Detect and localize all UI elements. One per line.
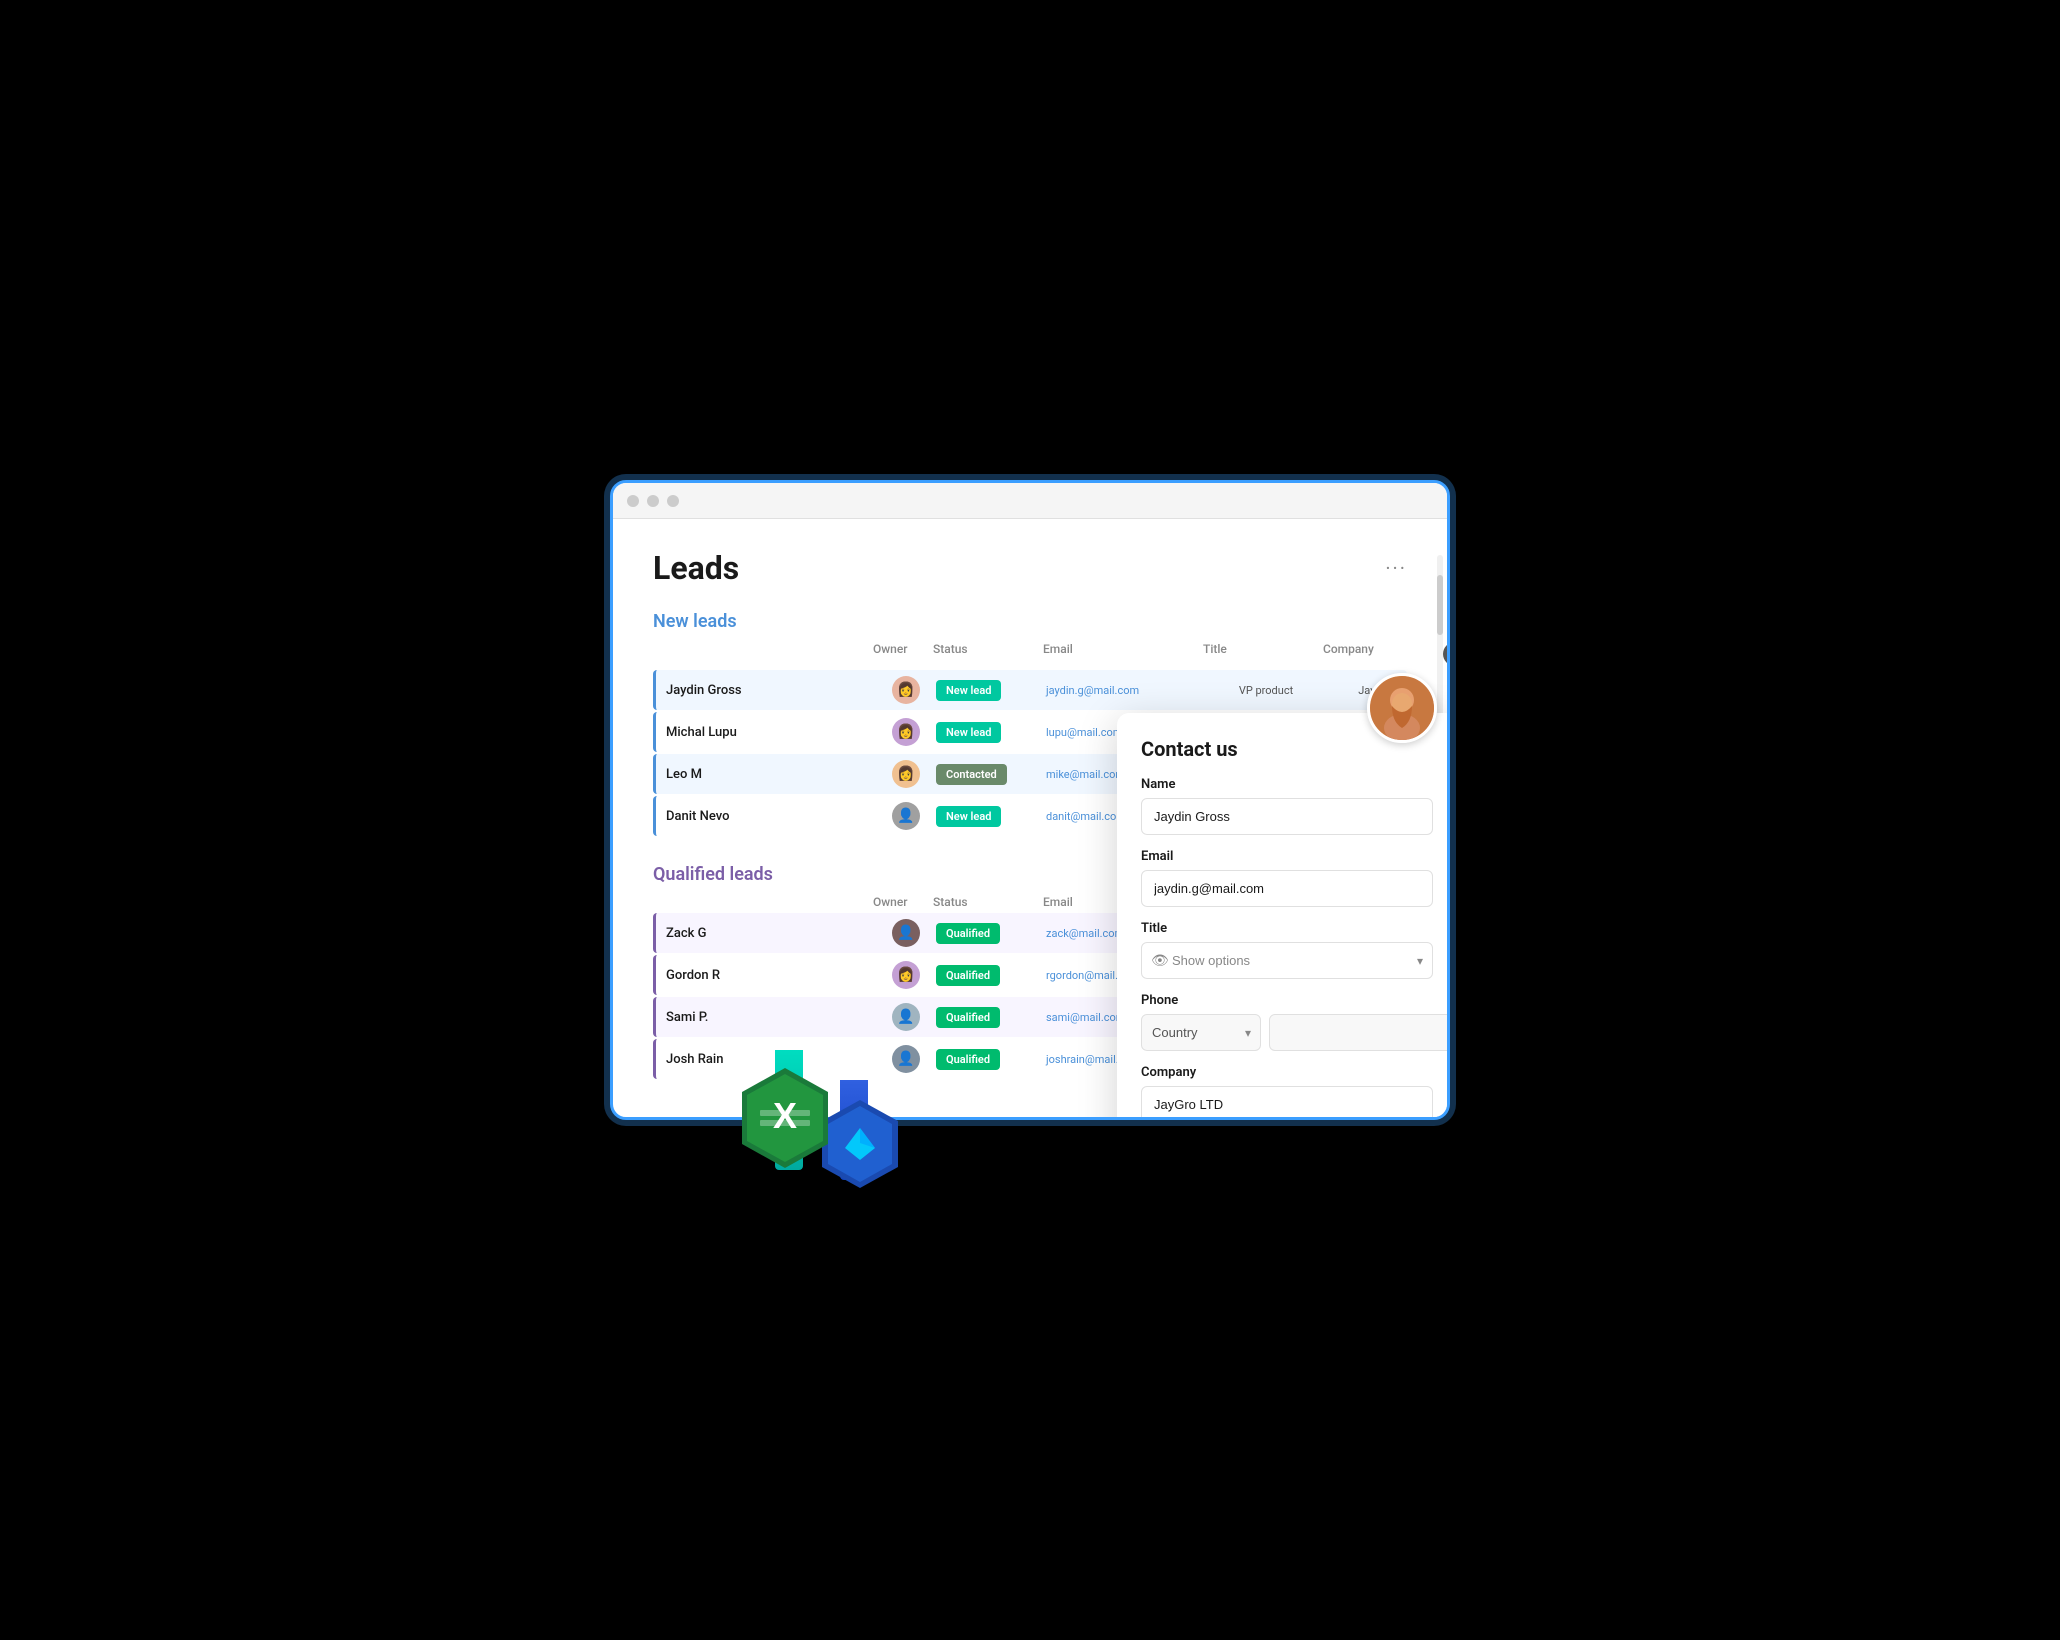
app-badge bbox=[820, 1098, 900, 1190]
title-select-wrapper: 👁 Show options ▾ bbox=[1141, 942, 1433, 979]
avatar-circle: 👤 bbox=[892, 1045, 920, 1073]
excel-badge: X bbox=[740, 1066, 830, 1170]
lead-avatar: 👩 bbox=[876, 718, 936, 746]
avatar-circle: 👤 bbox=[892, 1003, 920, 1031]
name-label: Name bbox=[1141, 777, 1433, 792]
page-header: Leads ··· bbox=[653, 549, 1407, 587]
qlead-name: Sami P. bbox=[656, 1010, 876, 1025]
lead-email: jaydin.g@mail.com bbox=[1046, 684, 1206, 697]
contact-avatar bbox=[1367, 673, 1437, 743]
new-leads-header: Owner Status Email Title Company + bbox=[653, 642, 1407, 670]
dot-3 bbox=[667, 495, 679, 507]
lead-avatar: 👩 bbox=[876, 760, 936, 788]
lead-name: Jaydin Gross bbox=[656, 683, 876, 698]
lead-avatar: 👤 bbox=[876, 802, 936, 830]
qlead-avatar: 👩 bbox=[876, 961, 936, 989]
avatar-circle: 👤 bbox=[892, 802, 920, 830]
country-select[interactable]: Country bbox=[1141, 1014, 1261, 1051]
contact-panel: Contact us Name Email Title 👁 Show optio… bbox=[1117, 713, 1450, 1120]
title-label: Title bbox=[1141, 921, 1433, 936]
lead-status: New lead bbox=[936, 679, 1046, 701]
eye-icon: 👁 bbox=[1151, 953, 1169, 969]
status-badge: Qualified bbox=[936, 1007, 1000, 1028]
lead-status: Contacted bbox=[936, 763, 1046, 785]
qlead-status: Qualified bbox=[936, 1048, 1046, 1070]
avatar-circle: 👩 bbox=[892, 676, 920, 704]
qual-col-header-owner: Owner bbox=[873, 895, 933, 909]
col-header-add: + bbox=[1443, 642, 1447, 666]
col-header-title: Title bbox=[1203, 642, 1323, 666]
company-label: Company bbox=[1141, 1065, 1433, 1080]
qlead-name: Josh Rain bbox=[656, 1052, 876, 1067]
status-badge: New lead bbox=[936, 722, 1001, 743]
new-lead-row[interactable]: Jaydin Gross 👩 New lead jaydin.g@mail.co… bbox=[653, 670, 1407, 710]
lead-avatar: 👩 bbox=[876, 676, 936, 704]
status-badge: New lead bbox=[936, 806, 1001, 827]
browser-titlebar bbox=[613, 483, 1447, 519]
company-field-group: Company bbox=[1141, 1065, 1433, 1120]
qual-col-header-status: Status bbox=[933, 895, 1043, 909]
lead-status: New lead bbox=[936, 721, 1046, 743]
lead-title: VP product bbox=[1206, 684, 1326, 697]
qlead-avatar: 👤 bbox=[876, 919, 936, 947]
title-field-group: Title 👁 Show options ▾ bbox=[1141, 921, 1433, 979]
name-field-group: Name bbox=[1141, 777, 1433, 835]
avatar-circle: 👩 bbox=[892, 961, 920, 989]
col-header-owner: Owner bbox=[873, 642, 933, 666]
status-badge: Qualified bbox=[936, 1049, 1000, 1070]
dot-2 bbox=[647, 495, 659, 507]
email-label: Email bbox=[1141, 849, 1433, 864]
qlead-status: Qualified bbox=[936, 964, 1046, 986]
avatar-circle: 👩 bbox=[892, 718, 920, 746]
browser-window: Leads ··· New leads Owner Status Email T… bbox=[610, 480, 1450, 1120]
phone-row: Country ▾ bbox=[1141, 1014, 1433, 1051]
phone-field-group: Phone Country ▾ bbox=[1141, 993, 1433, 1051]
qlead-avatar: 👤 bbox=[876, 1003, 936, 1031]
email-input[interactable] bbox=[1141, 870, 1433, 907]
add-column-button[interactable]: + bbox=[1443, 642, 1447, 666]
qlead-status: Qualified bbox=[936, 922, 1046, 944]
phone-label: Phone bbox=[1141, 993, 1433, 1008]
company-input[interactable] bbox=[1141, 1086, 1433, 1120]
dot-1 bbox=[627, 495, 639, 507]
qlead-name: Gordon R bbox=[656, 968, 876, 983]
lead-name: Michal Lupu bbox=[656, 725, 876, 740]
page-title: Leads bbox=[653, 549, 739, 587]
qlead-status: Qualified bbox=[936, 1006, 1046, 1028]
avatar-circle: 👩 bbox=[892, 760, 920, 788]
qlead-name: Zack G bbox=[656, 926, 876, 941]
phone-input[interactable] bbox=[1269, 1014, 1450, 1051]
qual-col-header-name bbox=[653, 895, 873, 909]
col-header-company: Company bbox=[1323, 642, 1443, 666]
col-header-name bbox=[653, 642, 873, 666]
lead-name: Danit Nevo bbox=[656, 809, 876, 824]
new-leads-title: New leads bbox=[653, 611, 1407, 632]
status-badge: Contacted bbox=[936, 764, 1007, 785]
name-input[interactable] bbox=[1141, 798, 1433, 835]
more-menu-button[interactable]: ··· bbox=[1385, 556, 1407, 580]
email-field-group: Email bbox=[1141, 849, 1433, 907]
lead-status: New lead bbox=[936, 805, 1046, 827]
status-badge: Qualified bbox=[936, 923, 1000, 944]
col-header-status: Status bbox=[933, 642, 1043, 666]
lead-name: Leo M bbox=[656, 767, 876, 782]
qlead-avatar: 👤 bbox=[876, 1045, 936, 1073]
status-badge: New lead bbox=[936, 680, 1001, 701]
title-select[interactable]: Show options bbox=[1141, 942, 1433, 979]
col-header-email: Email bbox=[1043, 642, 1203, 666]
country-select-wrapper: Country ▾ bbox=[1141, 1014, 1261, 1051]
scrollbar-thumb[interactable] bbox=[1437, 575, 1443, 635]
status-badge: Qualified bbox=[936, 965, 1000, 986]
avatar-circle: 👤 bbox=[892, 919, 920, 947]
